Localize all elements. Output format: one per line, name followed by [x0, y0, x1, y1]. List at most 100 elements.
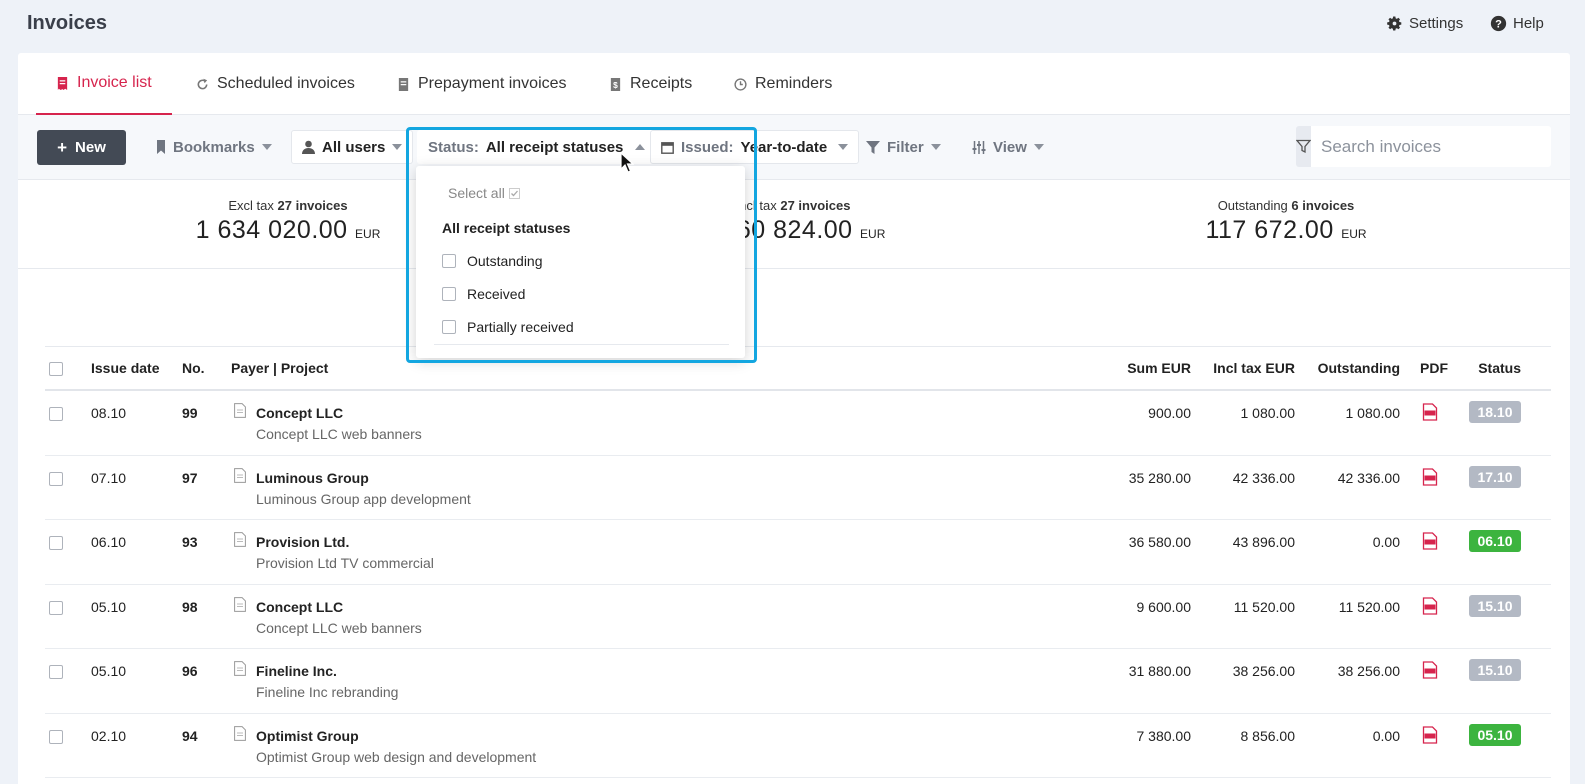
table-row[interactable]: 05.10 96 Fineline Inc. Fineline Inc rebrand…	[45, 649, 1551, 714]
sum-value: 900.00	[1148, 405, 1191, 421]
document-icon	[234, 596, 246, 612]
pdf-icon[interactable]	[1421, 596, 1439, 615]
invoice-number[interactable]: 94	[182, 728, 198, 744]
summary-label: Outstanding 6 invoices	[1217, 198, 1355, 213]
invoice-number[interactable]: 96	[182, 663, 198, 679]
row-checkbox[interactable]	[49, 471, 63, 486]
status-badge[interactable]: 06.10	[1469, 530, 1521, 552]
funnel-icon	[1296, 139, 1311, 154]
bookmarks-dropdown[interactable]: Bookmarks	[146, 130, 282, 164]
plus-icon: +	[57, 137, 68, 157]
users-dropdown[interactable]: All users	[291, 130, 414, 164]
new-button[interactable]: + New	[37, 130, 126, 165]
chevron-down-icon	[930, 144, 941, 150]
payer-name[interactable]: Optimist Group	[256, 728, 359, 744]
payer-name[interactable]: Provision Ltd.	[256, 534, 349, 550]
col-no[interactable]: No.	[182, 360, 205, 376]
col-sum[interactable]: Sum EUR	[1091, 360, 1191, 376]
pdf-icon[interactable]	[1421, 725, 1439, 744]
payer-name[interactable]: Luminous Group	[256, 470, 369, 486]
invoice-number[interactable]: 97	[182, 470, 198, 486]
incl-tax-value: 43 896.00	[1232, 534, 1295, 550]
issue-date: 07.10	[91, 469, 127, 486]
pdf-icon[interactable]	[1421, 661, 1439, 679]
document-icon	[234, 661, 246, 676]
payer-name[interactable]: Fineline Inc.	[256, 663, 337, 679]
pdf-icon[interactable]	[1421, 403, 1439, 421]
user-icon	[302, 140, 315, 154]
row-checkbox[interactable]	[49, 600, 63, 615]
search-input[interactable]	[1311, 126, 1551, 167]
tab-receipts[interactable]: $ Receipts	[589, 53, 712, 115]
filter-label: Filter	[887, 138, 924, 156]
payer-name[interactable]: Concept LLC	[256, 405, 343, 421]
table-body: 08.10 99 Concept LLC Concept LLC web banner…	[45, 391, 1551, 778]
project-name[interactable]: Luminous Group app development	[256, 491, 471, 507]
chevron-down-icon	[392, 144, 403, 150]
invoice-number[interactable]: 93	[182, 534, 198, 550]
table-row[interactable]: 06.10 93 Provision Ltd. Provision Ltd TV co…	[45, 520, 1551, 585]
project-name[interactable]: Provision Ltd TV commercial	[256, 555, 434, 571]
row-checkbox[interactable]	[49, 665, 63, 679]
table-row[interactable]: 05.10 98 Concept LLC Concept LLC web banner…	[45, 585, 1551, 649]
col-pdf: PDF	[1420, 360, 1448, 376]
table-row[interactable]: 02.10 94 Optimist Group Optimist Group web …	[45, 714, 1551, 778]
outstanding-value: 0.00	[1372, 534, 1400, 550]
tab-prepayment-invoices[interactable]: Prepayment invoices	[377, 53, 587, 115]
help-link[interactable]: ? Help	[1490, 15, 1544, 32]
tab-label: Receipts	[630, 75, 693, 92]
focus-highlight	[406, 127, 757, 363]
table-row[interactable]: 08.10 99 Concept LLC Concept LLC web banner…	[45, 391, 1551, 456]
settings-link[interactable]: Settings	[1386, 15, 1463, 32]
invoice-table: Issue date No. Payer | Project Sum EUR I…	[45, 346, 1551, 778]
view-dropdown[interactable]: View	[962, 130, 1054, 164]
pdf-icon[interactable]	[1421, 532, 1439, 550]
col-status[interactable]: Status	[1465, 360, 1521, 376]
payer-name[interactable]: Concept LLC	[256, 599, 343, 615]
invoice-number[interactable]: 98	[182, 599, 198, 615]
project-name[interactable]: Fineline Inc rebranding	[256, 684, 398, 700]
status-badge[interactable]: 17.10	[1469, 465, 1521, 488]
invoice-number[interactable]: 99	[182, 405, 198, 421]
search-filter-button[interactable]	[1296, 126, 1311, 167]
project-name[interactable]: Concept LLC web banners	[256, 426, 422, 442]
dollar-receipt-icon: $	[610, 77, 621, 91]
summary-excl-tax: Excl tax 27 invoices 1 634 020.00 EUR	[193, 198, 383, 245]
search-box	[1296, 126, 1551, 167]
row-checkbox[interactable]	[49, 729, 63, 744]
col-issue-date[interactable]: Issue date	[91, 360, 159, 376]
project-name[interactable]: Concept LLC web banners	[256, 620, 422, 636]
tab-invoice-list[interactable]: Invoice list	[36, 53, 172, 115]
status-badge[interactable]: 15.10	[1469, 594, 1521, 617]
chevron-down-icon	[838, 144, 849, 150]
chevron-down-icon	[261, 144, 272, 150]
help-label: Help	[1513, 15, 1544, 32]
filter-dropdown[interactable]: Filter	[856, 130, 951, 164]
tab-scheduled-invoices[interactable]: Scheduled invoices	[176, 53, 375, 115]
document-icon	[398, 77, 409, 91]
col-payer-project[interactable]: Payer | Project	[231, 360, 328, 376]
tab-reminders[interactable]: Reminders	[714, 53, 852, 115]
row-checkbox[interactable]	[49, 536, 63, 550]
status-badge[interactable]: 15.10	[1469, 659, 1521, 681]
tab-label: Prepayment invoices	[418, 75, 567, 92]
row-checkbox[interactable]	[49, 407, 63, 421]
sliders-icon	[972, 140, 986, 154]
status-badge[interactable]: 18.10	[1469, 401, 1521, 423]
sum-value: 31 880.00	[1128, 663, 1191, 679]
tab-label: Scheduled invoices	[217, 75, 355, 92]
pdf-icon[interactable]	[1421, 467, 1439, 486]
issue-date: 02.10	[91, 727, 127, 744]
incl-tax-value: 11 520.00	[1233, 598, 1295, 615]
bookmark-icon	[157, 140, 165, 154]
svg-text:?: ?	[1495, 18, 1502, 30]
select-all-rows-checkbox[interactable]	[49, 362, 63, 376]
table-row[interactable]: 07.10 97 Luminous Group Luminous Group app …	[45, 456, 1551, 520]
col-outstanding[interactable]: Outstanding	[1300, 360, 1400, 376]
status-badge[interactable]: 05.10	[1469, 723, 1521, 746]
document-icon	[234, 532, 246, 547]
col-incl-tax[interactable]: Incl tax EUR	[1195, 360, 1295, 376]
main-card: Invoice list Scheduled invoices Prepayme…	[18, 53, 1570, 784]
project-name[interactable]: Optimist Group web design and developmen…	[256, 749, 536, 765]
issue-date: 06.10	[91, 534, 127, 550]
